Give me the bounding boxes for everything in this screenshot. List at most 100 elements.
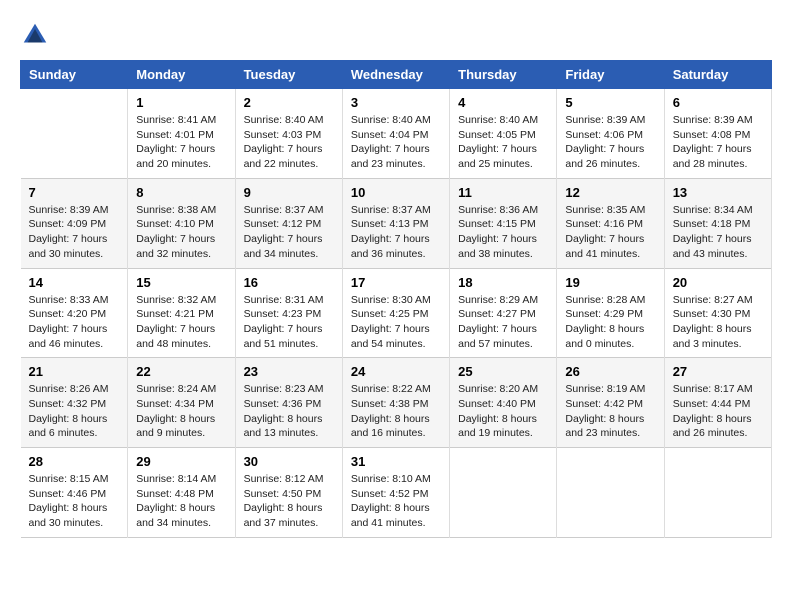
calendar-cell: 3Sunrise: 8:40 AMSunset: 4:04 PMDaylight… bbox=[342, 89, 449, 179]
calendar-cell: 5 Sunrise: 8:39 AMSunset: 4:06 PMDaylight… bbox=[557, 89, 664, 179]
calendar-cell: 31Sunrise: 8:10 AMSunset: 4:52 PMDayligh… bbox=[342, 448, 449, 538]
cell-info: and 43 minutes. bbox=[673, 247, 763, 262]
cell-info: Sunrise: 8:27 AM bbox=[673, 293, 763, 308]
cell-info: Sunrise: 8:30 AM bbox=[351, 293, 441, 308]
cell-info: and 22 minutes. bbox=[244, 157, 334, 172]
cell-info: Sunrise: 8:35 AM bbox=[565, 203, 655, 218]
cell-info: Sunrise: 8:41 AM bbox=[136, 113, 226, 128]
day-number: 5 bbox=[565, 95, 655, 110]
cell-info: Sunrise: 8:36 AM bbox=[458, 203, 548, 218]
calendar-cell: 17Sunrise: 8:30 AMSunset: 4:25 PMDayligh… bbox=[342, 268, 449, 358]
cell-info: Sunrise: 8:24 AM bbox=[136, 382, 226, 397]
cell-info: Sunrise: 8:39 AM bbox=[29, 203, 120, 218]
calendar-cell: 28Sunrise: 8:15 AMSunset: 4:46 PMDayligh… bbox=[21, 448, 128, 538]
calendar-week-3: 14Sunrise: 8:33 AMSunset: 4:20 PMDayligh… bbox=[21, 268, 772, 358]
cell-info: Sunset: 4:06 PM bbox=[565, 128, 655, 143]
cell-info: and 48 minutes. bbox=[136, 337, 226, 352]
calendar-cell: 11Sunrise: 8:36 AMSunset: 4:15 PMDayligh… bbox=[450, 178, 557, 268]
day-number: 2 bbox=[244, 95, 334, 110]
cell-info: Daylight: 8 hours bbox=[244, 412, 334, 427]
cell-info: Sunrise: 8:32 AM bbox=[136, 293, 226, 308]
weekday-header-thursday: Thursday bbox=[450, 61, 557, 89]
cell-info: Sunset: 4:04 PM bbox=[351, 128, 441, 143]
day-number: 17 bbox=[351, 275, 441, 290]
cell-info: Sunrise: 8:39 AM bbox=[565, 113, 655, 128]
weekday-header-sunday: Sunday bbox=[21, 61, 128, 89]
calendar-cell: 15Sunrise: 8:32 AMSunset: 4:21 PMDayligh… bbox=[128, 268, 235, 358]
cell-info: Sunrise: 8:38 AM bbox=[136, 203, 226, 218]
calendar-cell: 25Sunrise: 8:20 AMSunset: 4:40 PMDayligh… bbox=[450, 358, 557, 448]
cell-info: and 32 minutes. bbox=[136, 247, 226, 262]
cell-info: and 30 minutes. bbox=[29, 247, 120, 262]
cell-info: Daylight: 7 hours bbox=[351, 322, 441, 337]
calendar-cell: 19Sunrise: 8:28 AMSunset: 4:29 PMDayligh… bbox=[557, 268, 664, 358]
weekday-row: SundayMondayTuesdayWednesdayThursdayFrid… bbox=[21, 61, 772, 89]
cell-info: Sunset: 4:27 PM bbox=[458, 307, 548, 322]
cell-info: Sunset: 4:18 PM bbox=[673, 217, 763, 232]
day-number: 30 bbox=[244, 454, 334, 469]
cell-info: and 20 minutes. bbox=[136, 157, 226, 172]
cell-info: Sunset: 4:44 PM bbox=[673, 397, 763, 412]
cell-info: Daylight: 7 hours bbox=[458, 322, 548, 337]
cell-info: Sunset: 4:05 PM bbox=[458, 128, 548, 143]
cell-info: and 25 minutes. bbox=[458, 157, 548, 172]
cell-info: Sunrise: 8:28 AM bbox=[565, 293, 655, 308]
calendar-cell bbox=[664, 448, 771, 538]
calendar-cell: 22Sunrise: 8:24 AMSunset: 4:34 PMDayligh… bbox=[128, 358, 235, 448]
calendar-cell: 20Sunrise: 8:27 AMSunset: 4:30 PMDayligh… bbox=[664, 268, 771, 358]
day-number: 24 bbox=[351, 364, 441, 379]
calendar-cell: 7Sunrise: 8:39 AMSunset: 4:09 PMDaylight… bbox=[21, 178, 128, 268]
day-number: 26 bbox=[565, 364, 655, 379]
cell-info: Sunrise: 8:19 AM bbox=[565, 382, 655, 397]
day-number: 18 bbox=[458, 275, 548, 290]
day-number: 29 bbox=[136, 454, 226, 469]
day-number: 10 bbox=[351, 185, 441, 200]
calendar-week-5: 28Sunrise: 8:15 AMSunset: 4:46 PMDayligh… bbox=[21, 448, 772, 538]
cell-info: Sunset: 4:36 PM bbox=[244, 397, 334, 412]
cell-info: and 57 minutes. bbox=[458, 337, 548, 352]
cell-info: Daylight: 7 hours bbox=[458, 232, 548, 247]
cell-info: and 30 minutes. bbox=[29, 516, 120, 531]
calendar-cell: 13Sunrise: 8:34 AMSunset: 4:18 PMDayligh… bbox=[664, 178, 771, 268]
calendar-cell: 2Sunrise: 8:40 AMSunset: 4:03 PMDaylight… bbox=[235, 89, 342, 179]
cell-info: Sunrise: 8:12 AM bbox=[244, 472, 334, 487]
cell-info: and 46 minutes. bbox=[29, 337, 120, 352]
day-number: 25 bbox=[458, 364, 548, 379]
cell-info: and 3 minutes. bbox=[673, 337, 763, 352]
cell-info: Sunset: 4:01 PM bbox=[136, 128, 226, 143]
cell-info: Daylight: 7 hours bbox=[244, 142, 334, 157]
cell-info: Sunrise: 8:40 AM bbox=[458, 113, 548, 128]
weekday-header-saturday: Saturday bbox=[664, 61, 771, 89]
cell-info: Daylight: 8 hours bbox=[136, 412, 226, 427]
calendar-cell: 24Sunrise: 8:22 AMSunset: 4:38 PMDayligh… bbox=[342, 358, 449, 448]
calendar-cell bbox=[21, 89, 128, 179]
day-number: 27 bbox=[673, 364, 763, 379]
calendar-body: 1Sunrise: 8:41 AMSunset: 4:01 PMDaylight… bbox=[21, 89, 772, 538]
cell-info: Daylight: 7 hours bbox=[136, 322, 226, 337]
day-number: 14 bbox=[29, 275, 120, 290]
cell-info: Daylight: 7 hours bbox=[29, 232, 120, 247]
cell-info: Sunrise: 8:14 AM bbox=[136, 472, 226, 487]
day-number: 12 bbox=[565, 185, 655, 200]
cell-info: and 26 minutes. bbox=[673, 426, 763, 441]
cell-info: and 19 minutes. bbox=[458, 426, 548, 441]
cell-info: Sunrise: 8:33 AM bbox=[29, 293, 120, 308]
cell-info: Daylight: 8 hours bbox=[673, 412, 763, 427]
cell-info: Sunset: 4:03 PM bbox=[244, 128, 334, 143]
cell-info: Sunset: 4:08 PM bbox=[673, 128, 763, 143]
cell-info: and 37 minutes. bbox=[244, 516, 334, 531]
cell-info: and 36 minutes. bbox=[351, 247, 441, 262]
cell-info: and 34 minutes. bbox=[136, 516, 226, 531]
cell-info: Sunset: 4:13 PM bbox=[351, 217, 441, 232]
calendar-cell: 4Sunrise: 8:40 AMSunset: 4:05 PMDaylight… bbox=[450, 89, 557, 179]
cell-info: Sunrise: 8:17 AM bbox=[673, 382, 763, 397]
calendar-cell: 16Sunrise: 8:31 AMSunset: 4:23 PMDayligh… bbox=[235, 268, 342, 358]
cell-info: Sunset: 4:16 PM bbox=[565, 217, 655, 232]
day-number: 19 bbox=[565, 275, 655, 290]
cell-info: Daylight: 7 hours bbox=[565, 142, 655, 157]
cell-info: Daylight: 8 hours bbox=[136, 501, 226, 516]
calendar-table: SundayMondayTuesdayWednesdayThursdayFrid… bbox=[20, 60, 772, 538]
cell-info: and 34 minutes. bbox=[244, 247, 334, 262]
cell-info: and 0 minutes. bbox=[565, 337, 655, 352]
cell-info: Sunrise: 8:37 AM bbox=[244, 203, 334, 218]
